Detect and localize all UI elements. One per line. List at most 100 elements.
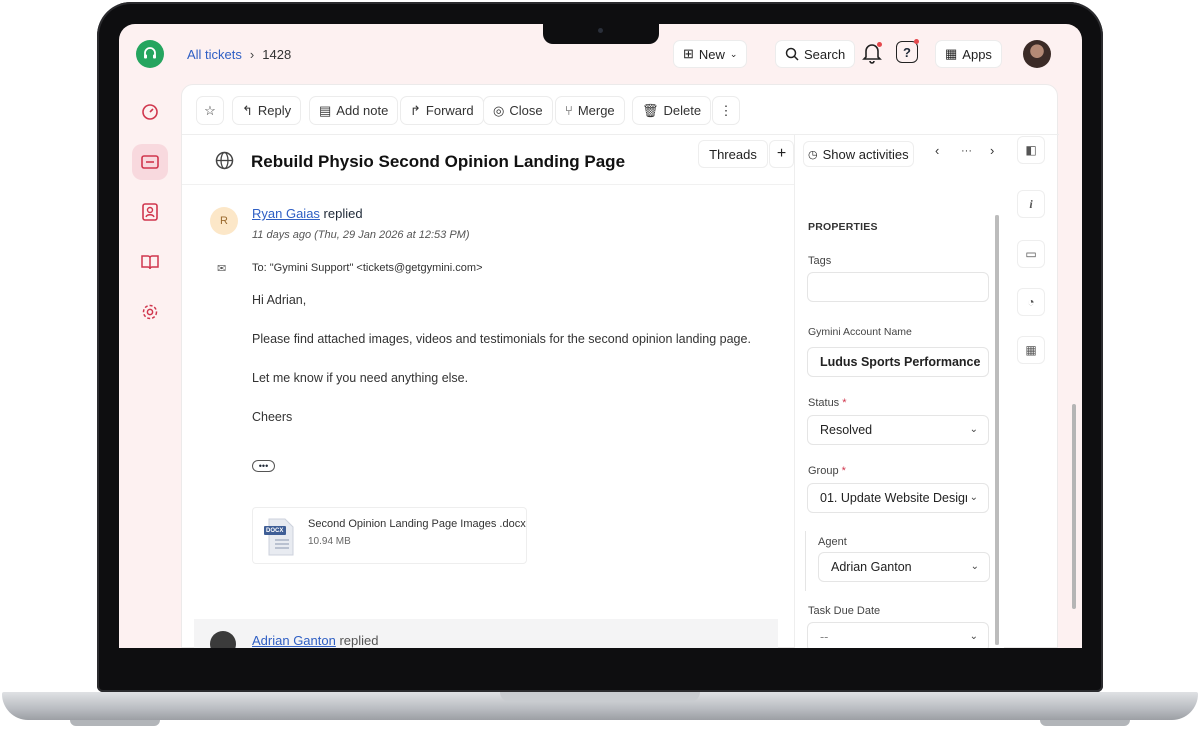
note-icon: ▤ xyxy=(319,102,332,118)
app-screen: All tickets › 1428 ⊞ New ⌄ Search ? ▦ Apps xyxy=(119,24,1082,648)
headset-logo-icon[interactable] xyxy=(136,40,164,68)
forward-arrow-icon: ↱ xyxy=(410,102,421,118)
chevron-down-icon: ⌄ xyxy=(969,631,978,642)
help-dot xyxy=(914,39,919,44)
help-icon[interactable]: ? xyxy=(896,39,919,63)
knowledge-base-icon[interactable] xyxy=(132,244,168,280)
agent-indent-line xyxy=(805,531,806,591)
account-name-field[interactable]: Ludus Sports Performance xyxy=(807,347,989,377)
next-sender-link[interactable]: Adrian Ganton xyxy=(252,633,336,648)
laptop-frame: All tickets › 1428 ⊞ New ⌄ Search ? ▦ Apps xyxy=(0,0,1200,730)
delete-button[interactable]: 🗑 Delete xyxy=(632,96,712,125)
body-line: Please find attached images, videos and … xyxy=(252,332,751,346)
apps-label: Apps xyxy=(962,46,992,62)
chevron-down-icon: ⌄ xyxy=(969,424,978,435)
recipient-line: To: "Gymini Support" <tickets@getgymini.… xyxy=(252,262,483,274)
message-timestamp: 11 days ago (Thu, 29 Jan 2026 at 12:53 P… xyxy=(252,229,470,241)
ticket-panel: ☆ ↰ Reply ▤ Add note ↱ Forward ◎ Close ⑂ Merg… xyxy=(181,84,1059,648)
new-button[interactable]: ⊞ New ⌄ xyxy=(673,40,748,68)
left-navigation xyxy=(119,24,181,648)
globe-icon xyxy=(215,151,235,171)
close-label: Close xyxy=(509,103,543,118)
more-options-button[interactable]: ⋮ xyxy=(712,96,740,125)
next-message-preview[interactable]: Adrian Ganton replied xyxy=(194,619,778,648)
tickets-icon[interactable] xyxy=(132,144,168,180)
dashboard-icon[interactable] xyxy=(132,94,168,130)
body-line: Let me know if you need anything else. xyxy=(252,371,469,385)
trash-icon: 🗑 xyxy=(642,102,659,118)
account-name-label: Gymini Account Name xyxy=(808,326,912,338)
add-note-button[interactable]: ▤ Add note xyxy=(309,96,399,125)
calendar-icon[interactable]: ▦ xyxy=(1017,336,1045,364)
merge-button[interactable]: ⑂ Merge xyxy=(555,96,625,125)
envelope-icon: ✉ xyxy=(217,263,227,275)
forward-button[interactable]: ↱ Forward xyxy=(400,96,484,125)
show-activities-label: Show activities xyxy=(822,146,909,162)
star-button[interactable]: ☆ xyxy=(196,96,224,125)
reply-button[interactable]: ↰ Reply xyxy=(232,96,302,125)
attachment-size: 10.94 MB xyxy=(308,536,351,547)
agent-select[interactable]: Adrian Ganton ⌄ xyxy=(818,552,990,582)
properties-scrollbar[interactable] xyxy=(995,215,999,645)
panel-toggle-icon[interactable]: ◧ xyxy=(1017,136,1045,164)
more-horizontal-icon[interactable]: ··· xyxy=(961,145,972,157)
group-select[interactable]: 01. Update Website Design ⌄ xyxy=(807,483,989,513)
contacts-icon[interactable] xyxy=(132,194,168,230)
sender-name-link[interactable]: Ryan Gaias xyxy=(252,206,320,221)
agent-label: Agent xyxy=(818,536,847,548)
reply-label: Reply xyxy=(257,103,292,118)
task-due-date-select[interactable]: -- ⌄ xyxy=(807,622,989,648)
ticket-icon[interactable]: ▭ xyxy=(1017,240,1045,268)
body-line: Hi Adrian, xyxy=(252,293,307,307)
merge-icon: ⑂ xyxy=(565,103,573,118)
check-circle-icon: ◎ xyxy=(493,102,505,118)
laptop-foot-right xyxy=(1040,720,1130,726)
delete-label: Delete xyxy=(663,103,702,118)
notification-dot xyxy=(877,42,882,47)
tags-input[interactable] xyxy=(807,272,989,302)
ticket-number: 1428 xyxy=(262,47,292,62)
body-line: Cheers xyxy=(252,410,293,424)
due-date-value: -- xyxy=(820,630,829,644)
apps-button[interactable]: ▦ Apps xyxy=(935,40,1002,68)
plus-square-icon: ⊞ xyxy=(683,46,694,61)
notification-bell-icon[interactable] xyxy=(862,42,882,69)
chevron-down-icon: ⌄ xyxy=(970,561,979,572)
attachment-card[interactable]: DOCX Second Opinion Landing Page Images … xyxy=(252,507,527,564)
search-button[interactable]: Search xyxy=(775,40,856,68)
info-icon[interactable]: i xyxy=(1017,190,1045,218)
subject-row: Rebuild Physio Second Opinion Landing Pa… xyxy=(182,135,794,185)
page-scrollbar[interactable] xyxy=(1072,404,1076,609)
show-quoted-text-button[interactable]: ••• xyxy=(252,460,275,472)
laptop-foot-left xyxy=(70,720,160,726)
tags-label: Tags xyxy=(808,255,832,267)
previous-ticket-icon[interactable]: ‹ xyxy=(935,143,939,158)
add-note-label: Add note xyxy=(336,103,389,118)
all-tickets-link[interactable]: All tickets xyxy=(187,47,242,62)
next-sender-line: Adrian Ganton replied xyxy=(252,633,379,648)
user-avatar[interactable] xyxy=(1023,40,1051,68)
attachment-name: Second Opinion Landing Page Images .docx xyxy=(308,518,526,530)
conversation-pane: Rebuild Physio Second Opinion Landing Pa… xyxy=(182,135,794,648)
new-label: New xyxy=(698,46,725,62)
show-activities-button[interactable]: ◷ Show activities xyxy=(803,141,914,167)
properties-header: ◷ Show activities ‹ ··· › xyxy=(795,135,1005,167)
close-button[interactable]: ◎ Close xyxy=(483,96,553,125)
breadcrumb-separator: › xyxy=(249,47,255,62)
status-select[interactable]: Resolved ⌄ xyxy=(807,415,989,445)
camera-notch xyxy=(543,24,659,44)
threads-button[interactable]: Threads xyxy=(698,140,768,168)
add-thread-button[interactable]: + xyxy=(769,140,794,168)
status-value: Resolved xyxy=(820,423,873,437)
chevron-down-icon: ⌄ xyxy=(729,48,738,59)
sender-action: replied xyxy=(323,206,363,221)
chevron-down-icon: ⌄ xyxy=(966,492,978,503)
next-sender-avatar xyxy=(210,631,236,648)
next-ticket-icon[interactable]: › xyxy=(990,143,994,158)
right-icon-rail: ◧ i ▭ ◔ ▦ xyxy=(1009,134,1055,648)
timer-icon[interactable]: ◔ xyxy=(1017,288,1045,316)
settings-gear-icon[interactable] xyxy=(132,294,168,330)
status-label: Status * xyxy=(808,397,847,409)
file-type-label: DOCX xyxy=(266,528,284,534)
kebab-menu-icon: ⋮ xyxy=(719,102,733,118)
